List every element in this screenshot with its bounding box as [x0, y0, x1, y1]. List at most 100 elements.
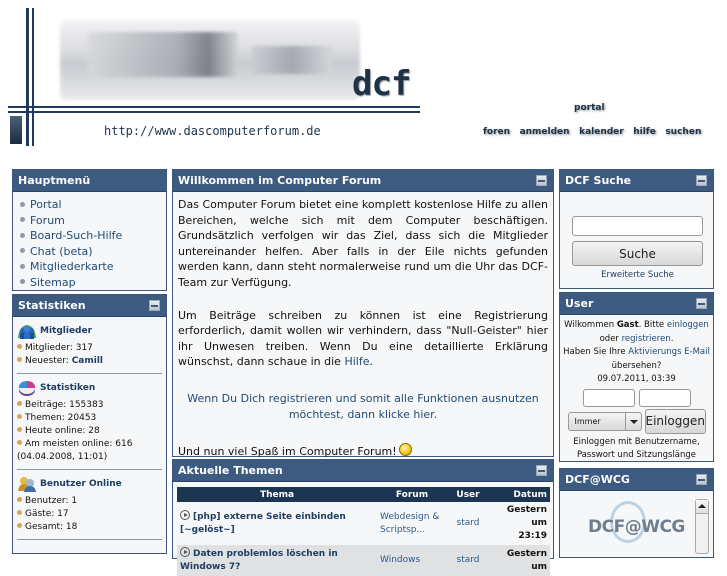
menu-item-board-search-help[interactable]: Board-Such-Hilfe: [20, 228, 166, 244]
collapse-icon[interactable]: [696, 298, 707, 309]
recent-topics-title: Aktuelle Themen: [178, 464, 283, 477]
user-title: User: [565, 297, 594, 310]
table-header-row: Thema Forum User Datum: [177, 487, 550, 502]
menu-item-member-map[interactable]: Mitgliederkarte: [20, 259, 166, 275]
welcome-title: Willkommen im Computer Forum: [178, 174, 382, 187]
bullet-icon: [17, 344, 22, 349]
bullet-icon: [17, 523, 22, 528]
search-header: DCF Suche: [560, 170, 713, 192]
registration-paragraph: Um Beiträge schreiben zu können ist eine…: [178, 308, 548, 369]
go-to-post-icon[interactable]: [180, 510, 190, 520]
menu-link[interactable]: Forum: [30, 214, 65, 227]
banner-drive-graphic-small: [252, 46, 332, 74]
site-logo[interactable]: dcf: [352, 64, 411, 104]
session-length-select[interactable]: Immer: [567, 411, 642, 431]
members-title[interactable]: Mitglieder: [40, 326, 92, 336]
decor-vertical-line: [26, 8, 29, 146]
go-to-post-icon[interactable]: [180, 547, 190, 557]
table-row: [php] externe Seite einbinden [~gelöst~]…: [177, 502, 550, 545]
menu-link[interactable]: Sitemap: [30, 276, 76, 289]
bullet-icon: [20, 201, 25, 207]
decor-square: [10, 116, 22, 144]
bullet-icon: [20, 248, 25, 254]
menu-link[interactable]: Mitgliederkarte: [30, 260, 114, 273]
column-header-topic: Thema: [177, 487, 377, 502]
bullet-icon: [17, 401, 22, 406]
topic-link[interactable]: Daten problemlos löschen in Windows 7?: [180, 549, 338, 572]
user-body: Wilkommen Gast. Bitte einloggen oder reg…: [560, 315, 713, 463]
login-hint: Einloggen mit Benutzername, Passwort und…: [573, 436, 700, 461]
search-button[interactable]: Suche: [572, 241, 703, 266]
forum-link[interactable]: Webdesign & Scriptsp...: [380, 512, 439, 535]
divider: [17, 373, 162, 374]
users-online-icon: [17, 475, 37, 493]
collapse-icon[interactable]: [696, 474, 707, 485]
statistics-title: Statistiken: [18, 299, 86, 312]
bullet-icon: [17, 510, 22, 515]
divider: [17, 469, 162, 470]
forum-link[interactable]: Windows: [380, 555, 420, 565]
stats-title[interactable]: Statistiken: [40, 383, 95, 393]
login-link[interactable]: einloggen: [667, 320, 709, 330]
activation-email-link[interactable]: Aktivierungs E-Mail: [628, 347, 710, 357]
members-section: Mitglieder Mitglieder: 317 Neuester: Cam…: [13, 317, 166, 374]
scroll-up-icon[interactable]: [696, 500, 708, 514]
bullet-icon: [17, 414, 22, 419]
recent-topics-table: Thema Forum User Datum [php] externe Sei…: [177, 487, 550, 576]
username-input[interactable]: [582, 388, 635, 407]
nav-suchen[interactable]: suchen: [665, 127, 701, 137]
menu-link[interactable]: Portal: [30, 198, 62, 211]
statistics-panel: Statistiken Mitglieder Mitglieder: 317 N…: [12, 294, 167, 554]
post-date: Gestern um 23:19: [506, 505, 547, 541]
menu-item-portal[interactable]: Portal: [20, 197, 166, 213]
collapse-icon[interactable]: [696, 175, 707, 186]
welcome-guest-text: Wilkommen Gast. Bitte einloggen: [564, 320, 709, 330]
current-datetime: 09.07.2011, 03:39: [597, 374, 676, 384]
menu-item-sitemap[interactable]: Sitemap: [20, 275, 166, 291]
search-input[interactable]: [572, 216, 703, 236]
welcome-paragraph: Das Computer Forum bietet eine komplett …: [178, 198, 548, 289]
online-title[interactable]: Benutzer Online: [40, 479, 122, 489]
nav-foren[interactable]: foren: [483, 127, 510, 137]
activation-suffix: übersehen?: [611, 360, 662, 371]
today-online: Heute online: 28: [17, 425, 162, 438]
decor-horizontal-line: [8, 106, 420, 108]
login-button[interactable]: Einloggen: [644, 408, 706, 434]
newest-member-link[interactable]: Camill: [72, 356, 103, 366]
main-menu-list: Portal Forum Board-Such-Hilfe Chat (beta…: [13, 192, 166, 291]
register-link[interactable]: registrieren: [622, 334, 671, 344]
search-panel: DCF Suche Suche Erweiterte Suche: [559, 169, 714, 289]
online-section: Benutzer Online Benutzer: 1 Gäste: 17 Ge…: [13, 473, 166, 540]
menu-item-chat[interactable]: Chat (beta): [20, 244, 166, 260]
user-link[interactable]: stard: [457, 518, 480, 528]
help-link[interactable]: Hilfe: [344, 355, 369, 368]
collapse-icon[interactable]: [536, 175, 547, 186]
max-online-date: (04.04.2008, 11:01): [17, 452, 108, 462]
nav-hilfe[interactable]: hilfe: [633, 127, 656, 137]
scrollbar[interactable]: [695, 499, 709, 554]
menu-link[interactable]: Chat (beta): [30, 245, 93, 258]
menu-link[interactable]: Board-Such-Hilfe: [30, 229, 122, 242]
main-menu-panel: Hauptmenü Portal Forum Board-Such-Hilfe …: [12, 169, 167, 291]
max-online: Am meisten online: 616: [17, 438, 162, 451]
register-link[interactable]: Wenn Du Dich registrieren und somit alle…: [187, 392, 539, 421]
column-header-forum: Forum: [377, 487, 447, 502]
nav-kalender[interactable]: kalender: [579, 127, 624, 137]
statistics-header: Statistiken: [13, 295, 166, 317]
menu-item-forum[interactable]: Forum: [20, 213, 166, 229]
nav-anmelden[interactable]: anmelden: [520, 127, 570, 137]
search-title: DCF Suche: [565, 174, 632, 187]
welcome-panel: Willkommen im Computer Forum Das Compute…: [172, 169, 554, 458]
collapse-icon[interactable]: [536, 465, 547, 476]
collapse-icon[interactable]: [149, 300, 160, 311]
wcg-logo[interactable]: DCF@WCG: [588, 517, 685, 537]
online-total: Gesamt: 18: [17, 521, 162, 534]
nav-portal[interactable]: portal: [574, 103, 605, 113]
advanced-search-link[interactable]: Erweiterte Suche: [572, 270, 703, 280]
password-input[interactable]: [638, 388, 691, 407]
topic-link[interactable]: [php] externe Seite einbinden [~gelöst~]: [180, 512, 346, 535]
bullet-icon: [20, 279, 25, 285]
post-count: Beiträge: 155383: [17, 399, 162, 412]
user-link[interactable]: stard: [457, 555, 480, 565]
wcg-title: DCF@WCG: [565, 473, 630, 486]
